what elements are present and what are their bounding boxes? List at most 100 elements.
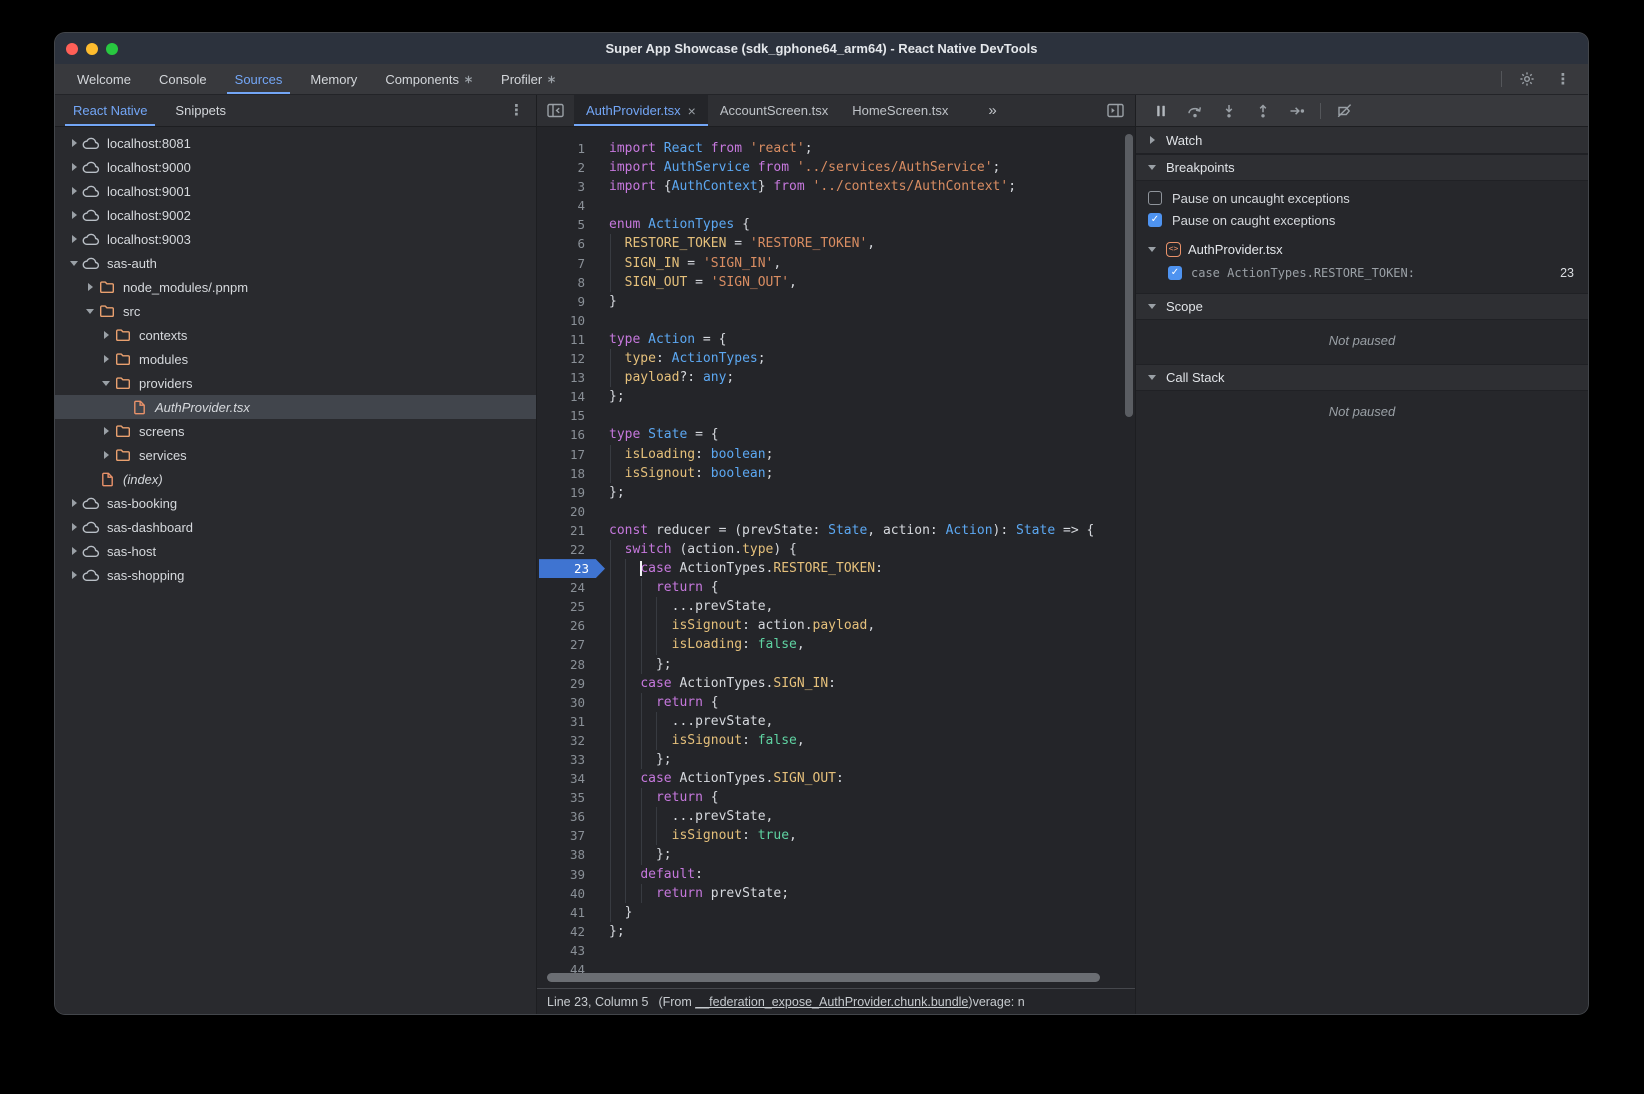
gutter-line-15[interactable]: 15 — [537, 406, 599, 425]
tree-item-sas-dashboard[interactable]: sas-dashboard — [55, 515, 536, 539]
gutter-line-1[interactable]: 1 — [537, 139, 599, 158]
gutter-line-11[interactable]: 11 — [537, 330, 599, 349]
code-line-38[interactable]: }; — [599, 845, 1135, 864]
gutter-line-13[interactable]: 13 — [537, 368, 599, 387]
gutter-line-5[interactable]: 5 — [537, 215, 599, 234]
tree-item-sas-shopping[interactable]: sas-shopping — [55, 563, 536, 587]
pause-exceptions-row[interactable]: Pause on uncaught exceptions — [1136, 187, 1588, 209]
gutter-line-36[interactable]: 36 — [537, 807, 599, 826]
gutter-line-2[interactable]: 2 — [537, 158, 599, 177]
code-line-35[interactable]: return { — [599, 788, 1135, 807]
code-line-17[interactable]: isLoading: boolean; — [599, 445, 1135, 464]
gutter-line-26[interactable]: 26 — [537, 616, 599, 635]
watch-section-header[interactable]: Watch — [1136, 127, 1588, 154]
zoom-window-button[interactable] — [106, 43, 118, 55]
gutter-line-33[interactable]: 33 — [537, 750, 599, 769]
code-line-10[interactable] — [599, 311, 1135, 330]
gutter-line-21[interactable]: 21 — [537, 521, 599, 540]
code-line-20[interactable] — [599, 502, 1135, 521]
code-line-23[interactable]: case ActionTypes.RESTORE_TOKEN: — [599, 559, 1135, 578]
navigator-tab-react-native[interactable]: React Native — [59, 95, 161, 126]
code-line-27[interactable]: isLoading: false, — [599, 635, 1135, 654]
code-line-25[interactable]: ...prevState, — [599, 597, 1135, 616]
gutter-line-8[interactable]: 8 — [537, 273, 599, 292]
gutter-line-23[interactable]: 23 — [537, 559, 599, 578]
gutter-line-17[interactable]: 17 — [537, 445, 599, 464]
step-over-button[interactable] — [1184, 100, 1206, 122]
tree-item-localhost-9003[interactable]: localhost:9003 — [55, 227, 536, 251]
code-line-39[interactable]: default: — [599, 865, 1135, 884]
gutter-line-35[interactable]: 35 — [537, 788, 599, 807]
gutter-line-12[interactable]: 12 — [537, 349, 599, 368]
code-line-14[interactable]: }; — [599, 387, 1135, 406]
code-line-1[interactable]: import React from 'react'; — [599, 139, 1135, 158]
settings-button[interactable] — [1516, 68, 1538, 90]
step-button[interactable] — [1286, 100, 1308, 122]
call-stack-section-header[interactable]: Call Stack — [1136, 364, 1588, 391]
code-line-36[interactable]: ...prevState, — [599, 807, 1135, 826]
editor-vertical-scrollbar[interactable] — [1125, 134, 1133, 417]
tree-item-node-modules-pnpm[interactable]: node_modules/.pnpm — [55, 275, 536, 299]
gutter-line-3[interactable]: 3 — [537, 177, 599, 196]
gutter-line-28[interactable]: 28 — [537, 655, 599, 674]
pause-exceptions-row[interactable]: Pause on caught exceptions — [1136, 209, 1588, 231]
code-line-32[interactable]: isSignout: false, — [599, 731, 1135, 750]
tree-item-index[interactable]: (index) — [55, 467, 536, 491]
code-line-29[interactable]: case ActionTypes.SIGN_IN: — [599, 674, 1135, 693]
tree-item-modules[interactable]: modules — [55, 347, 536, 371]
tree-item-sas-host[interactable]: sas-host — [55, 539, 536, 563]
gutter-line-30[interactable]: 30 — [537, 693, 599, 712]
gutter-line-25[interactable]: 25 — [537, 597, 599, 616]
more-editor-tabs-button[interactable]: » — [982, 95, 1002, 126]
gutter-line-37[interactable]: 37 — [537, 826, 599, 845]
toggle-debugger-sidebar-button[interactable] — [1096, 95, 1135, 126]
editor-tab-accountscreen-tsx[interactable]: AccountScreen.tsx — [708, 95, 840, 126]
source-bundle-link[interactable]: __federation_expose_AuthProvider.chunk.b… — [695, 995, 968, 1009]
tree-item-localhost-9001[interactable]: localhost:9001 — [55, 179, 536, 203]
code-line-15[interactable] — [599, 406, 1135, 425]
minimize-window-button[interactable] — [86, 43, 98, 55]
gutter-line-32[interactable]: 32 — [537, 731, 599, 750]
code-line-30[interactable]: return { — [599, 693, 1135, 712]
gutter-line-16[interactable]: 16 — [537, 425, 599, 444]
code-line-22[interactable]: switch (action.type) { — [599, 540, 1135, 559]
code-line-9[interactable]: } — [599, 292, 1135, 311]
breakpoint-enabled-checkbox[interactable] — [1168, 266, 1182, 280]
tab-profiler[interactable]: Profiler — [487, 64, 570, 94]
gutter-line-31[interactable]: 31 — [537, 712, 599, 731]
gutter-line-4[interactable]: 4 — [537, 196, 599, 215]
code-line-28[interactable]: }; — [599, 655, 1135, 674]
gutter-line-34[interactable]: 34 — [537, 769, 599, 788]
code-line-41[interactable]: } — [599, 903, 1135, 922]
navigator-tab-snippets[interactable]: Snippets — [161, 95, 240, 126]
code-line-42[interactable]: }; — [599, 922, 1135, 941]
gutter-line-38[interactable]: 38 — [537, 845, 599, 864]
code-line-31[interactable]: ...prevState, — [599, 712, 1135, 731]
collapse-navigator-button[interactable] — [537, 95, 574, 126]
gutter-line-41[interactable]: 41 — [537, 903, 599, 922]
code-line-18[interactable]: isSignout: boolean; — [599, 464, 1135, 483]
code-line-21[interactable]: const reducer = (prevState: State, actio… — [599, 521, 1135, 540]
gutter-line-43[interactable]: 43 — [537, 941, 599, 960]
code-line-24[interactable]: return { — [599, 578, 1135, 597]
tree-item-contexts[interactable]: contexts — [55, 323, 536, 347]
gutter-line-10[interactable]: 10 — [537, 311, 599, 330]
code-line-43[interactable] — [599, 941, 1135, 960]
tree-item-screens[interactable]: screens — [55, 419, 536, 443]
close-window-button[interactable] — [66, 43, 78, 55]
tree-item-providers[interactable]: providers — [55, 371, 536, 395]
gutter-line-14[interactable]: 14 — [537, 387, 599, 406]
code-line-3[interactable]: import {AuthContext} from '../contexts/A… — [599, 177, 1135, 196]
code-line-6[interactable]: RESTORE_TOKEN = 'RESTORE_TOKEN', — [599, 234, 1135, 253]
gutter-line-39[interactable]: 39 — [537, 865, 599, 884]
tree-item-src[interactable]: src — [55, 299, 536, 323]
gutter-line-9[interactable]: 9 — [537, 292, 599, 311]
gutter-line-29[interactable]: 29 — [537, 674, 599, 693]
navigator-more-options-button[interactable]: ⋮ — [497, 103, 536, 118]
gutter-line-18[interactable]: 18 — [537, 464, 599, 483]
breakpoint-marker[interactable]: 23 — [539, 559, 605, 578]
code-line-37[interactable]: isSignout: true, — [599, 826, 1135, 845]
tree-item-authprovider-tsx[interactable]: AuthProvider.tsx — [55, 395, 536, 419]
gutter-line-40[interactable]: 40 — [537, 884, 599, 903]
code-line-40[interactable]: return prevState; — [599, 884, 1135, 903]
